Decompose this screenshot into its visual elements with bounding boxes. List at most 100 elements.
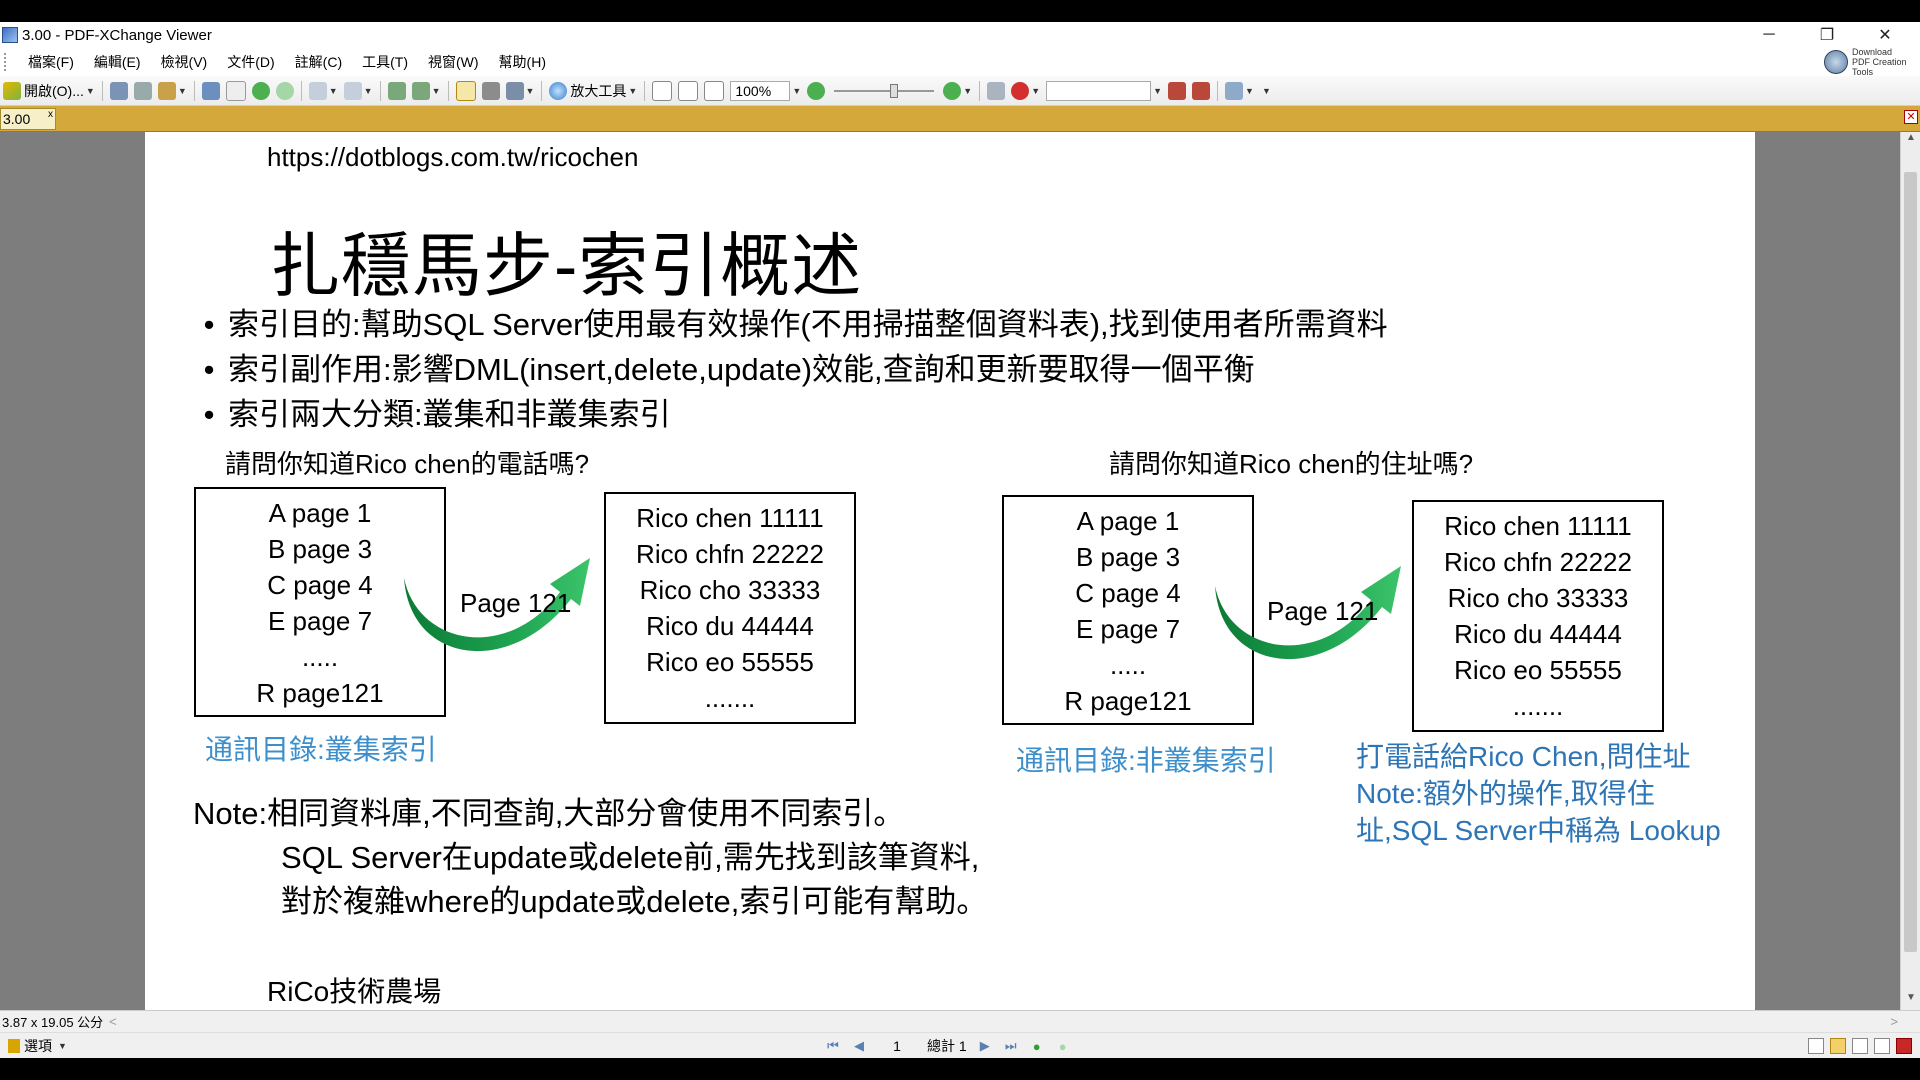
main-toolbar: 開啟(O)... ▼ ▼ ▼ ▼ ▼ ▼ 放大工具 ▼ 100% ▼ ▼ ▼ ▼… xyxy=(0,76,1920,106)
menu-edit[interactable]: 編輯(E) xyxy=(84,52,151,72)
lookup-note: 打電話給Rico Chen,問住址 Note:額外的操作,取得住 址,SQL S… xyxy=(1356,738,1721,849)
next-page-icon[interactable]: ▶ xyxy=(977,1038,993,1054)
chevron-down-icon[interactable]: ▼ xyxy=(432,86,441,96)
bullet-icon: • xyxy=(203,352,215,387)
scroll-right-icon[interactable]: > xyxy=(1890,1014,1898,1029)
index-line: R page121 xyxy=(256,678,384,708)
continuous-facing-icon[interactable] xyxy=(1874,1038,1890,1054)
menu-grip-handle[interactable] xyxy=(4,53,12,71)
chevron-down-icon[interactable]: ▼ xyxy=(1245,86,1254,96)
undo-icon[interactable] xyxy=(308,81,327,100)
zoom-out-icon[interactable] xyxy=(807,81,826,100)
close-button[interactable]: ✕ xyxy=(1856,22,1914,48)
note-line: SQL Server在update或delete前,需先找到該筆資料, xyxy=(281,840,980,875)
forward-icon[interactable] xyxy=(275,81,294,100)
toolbar-overflow-icon[interactable]: ▼ xyxy=(1262,86,1271,96)
pdf-viewer-app-icon[interactable] xyxy=(2,27,18,43)
zoom-in-icon[interactable] xyxy=(943,81,962,100)
menu-help[interactable]: 幫助(H) xyxy=(489,52,556,72)
window-controls: ─ ❐ ✕ xyxy=(1740,22,1914,48)
right-data-box: Rico chen 11111 Rico chfn 22222 Rico cho… xyxy=(1412,500,1664,732)
back-icon[interactable] xyxy=(251,81,270,100)
restore-button[interactable]: ❐ xyxy=(1798,22,1856,48)
minimize-button[interactable]: ─ xyxy=(1740,22,1798,48)
lookup-note-line: Note:額外的操作,取得住 xyxy=(1356,778,1655,809)
scan-icon[interactable] xyxy=(201,81,220,100)
zoom-slider-thumb[interactable] xyxy=(890,83,899,98)
scroll-up-icon[interactable]: ▲ xyxy=(1901,132,1920,150)
history-forward-icon[interactable]: ● xyxy=(1055,1038,1071,1054)
menu-view[interactable]: 檢視(V) xyxy=(151,52,218,72)
toolbar-separator xyxy=(101,80,103,101)
scroll-down-icon[interactable]: ▼ xyxy=(1901,992,1920,1010)
screen-bottom-black-bar xyxy=(0,1058,1920,1080)
download-tools-button[interactable]: Download PDF Creation Tools xyxy=(1824,47,1912,77)
facing-pages-icon[interactable] xyxy=(1852,1038,1868,1054)
find-icon[interactable] xyxy=(987,81,1006,100)
menu-file[interactable]: 檔案(F) xyxy=(18,52,84,72)
current-page-input[interactable]: 1 xyxy=(877,1038,917,1054)
chevron-down-icon[interactable]: ▼ xyxy=(364,86,373,96)
document-tab[interactable]: 3.00 x xyxy=(0,108,56,130)
find-previous-icon[interactable] xyxy=(1168,81,1187,100)
page-size-readout: 3.87 x 19.05 公分 xyxy=(2,1015,104,1030)
note-block: Note:相同資料庫,不同查詢,大部分會使用不同索引。 SQL Server在u… xyxy=(193,792,987,924)
tab-close-icon[interactable]: x xyxy=(48,109,53,120)
save-icon[interactable] xyxy=(109,81,128,100)
open-button[interactable]: 開啟(O)... ▼ xyxy=(3,80,95,102)
document-viewport[interactable]: https://dotblogs.com.tw/ricochen 扎穩馬步-索引… xyxy=(0,132,1900,1010)
fit-width-icon[interactable] xyxy=(704,80,725,101)
zoom-tool-button[interactable]: 放大工具 ▼ xyxy=(549,80,637,102)
snapshot-icon[interactable] xyxy=(481,81,500,100)
fit-page-icon[interactable] xyxy=(678,80,699,101)
zoom-input[interactable]: 100% xyxy=(730,80,791,101)
find-next-icon[interactable] xyxy=(1192,81,1211,100)
spell-check-icon[interactable] xyxy=(1011,81,1030,100)
menu-tools[interactable]: 工具(T) xyxy=(352,52,418,72)
chevron-down-icon[interactable]: ▼ xyxy=(526,86,535,96)
menu-window[interactable]: 視窗(W) xyxy=(418,52,489,72)
bullet-text: 索引副作用:影響DML(insert,delete,update)效能,查詢和更… xyxy=(228,352,1255,387)
rotate-right-icon[interactable] xyxy=(411,81,430,100)
chevron-down-icon[interactable]: ▼ xyxy=(1031,86,1040,96)
last-page-icon[interactable]: ⏭ xyxy=(1003,1038,1019,1054)
toolbar-separator xyxy=(193,80,195,101)
zoom-slider[interactable] xyxy=(834,83,935,98)
print-icon[interactable] xyxy=(133,81,152,100)
chevron-down-icon[interactable]: ▼ xyxy=(1153,86,1162,96)
chevron-down-icon[interactable]: ▼ xyxy=(329,86,338,96)
search-input[interactable] xyxy=(1046,80,1152,101)
chevron-down-icon[interactable]: ▼ xyxy=(86,86,95,96)
chevron-down-icon[interactable]: ▼ xyxy=(628,86,637,96)
properties-icon[interactable] xyxy=(1225,81,1244,100)
chevron-down-icon[interactable]: ▼ xyxy=(792,86,801,96)
ocr-icon[interactable] xyxy=(225,80,246,101)
previous-page-icon[interactable]: ◀ xyxy=(851,1038,867,1054)
page-footer: RiCo技術農場 xyxy=(267,976,442,1007)
email-icon[interactable] xyxy=(157,81,176,100)
rotate-left-icon[interactable] xyxy=(387,81,406,100)
redo-icon[interactable] xyxy=(343,81,362,100)
options-button[interactable]: 選項 ▼ xyxy=(8,1035,67,1057)
chevron-down-icon[interactable]: ▼ xyxy=(178,86,187,96)
menu-comments[interactable]: 註解(C) xyxy=(285,52,352,72)
first-page-icon[interactable]: ⏮ xyxy=(825,1038,841,1054)
vertical-scrollbar[interactable]: ▲ ▼ xyxy=(1900,132,1920,1010)
scrollbar-thumb[interactable] xyxy=(1904,172,1917,952)
pdf-properties-icon[interactable] xyxy=(1896,1038,1912,1054)
navigation-bar: 選項 ▼ ⏮ ◀ 1 總計 1 ▶ ⏭ ● ● xyxy=(0,1032,1920,1058)
hand-tool-icon[interactable] xyxy=(455,80,476,101)
close-document-icon[interactable]: ✕ xyxy=(1904,110,1918,124)
globe-download-icon xyxy=(1824,50,1848,74)
menu-document[interactable]: 文件(D) xyxy=(217,52,284,72)
actual-size-icon[interactable] xyxy=(652,80,673,101)
chevron-down-icon[interactable]: ▼ xyxy=(963,86,972,96)
select-text-icon[interactable] xyxy=(505,81,524,100)
document-tab-label: 3.00 xyxy=(3,111,31,127)
continuous-page-icon[interactable] xyxy=(1830,1038,1846,1054)
scroll-left-icon[interactable]: < xyxy=(109,1014,117,1029)
screen-top-black-bar xyxy=(0,0,1920,22)
single-page-icon[interactable] xyxy=(1808,1038,1824,1054)
right-arrow-label: Page 121 xyxy=(1267,596,1379,626)
history-back-icon[interactable]: ● xyxy=(1029,1038,1045,1054)
